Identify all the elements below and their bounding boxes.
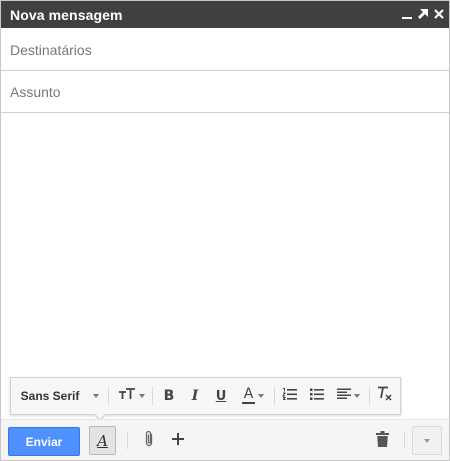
text-color-swatch (242, 402, 255, 404)
align-button[interactable] (331, 378, 365, 414)
remove-formatting-icon (377, 386, 393, 406)
text-color-letter: A (243, 386, 254, 402)
minimize-icon[interactable] (399, 5, 415, 23)
text-color-icon: A (242, 386, 255, 404)
compose-titlebar[interactable]: Nova mensagem (1, 1, 449, 28)
italic-button[interactable]: I (183, 378, 207, 414)
toolbar-divider (369, 387, 370, 405)
text-color-button[interactable]: A (235, 378, 271, 414)
bold-icon: B (163, 388, 175, 404)
chevron-down-icon (258, 394, 264, 398)
text-format-icon: A (97, 431, 108, 450)
compose-bottom-bar: Enviar A (1, 419, 449, 460)
align-icon (336, 387, 351, 405)
formatting-toolbar: Sans Serif B I U A (10, 377, 401, 415)
remove-formatting-button[interactable] (373, 378, 397, 414)
bottom-divider (404, 432, 405, 449)
chevron-down-icon (138, 394, 145, 398)
bottom-divider (127, 432, 128, 449)
more-options-icon (424, 438, 430, 443)
font-size-button[interactable] (113, 378, 149, 414)
discard-draft-button[interactable] (371, 428, 393, 454)
numbered-list-icon (282, 387, 298, 406)
message-body[interactable] (1, 113, 449, 375)
font-family-label: Sans Serif (20, 389, 80, 403)
bulleted-list-icon (309, 387, 325, 406)
attach-icon (143, 430, 155, 453)
font-family-select[interactable]: Sans Serif (15, 378, 105, 414)
formatting-options-button[interactable]: A (89, 426, 116, 455)
attach-button[interactable] (138, 428, 160, 454)
bold-button[interactable]: B (157, 378, 181, 414)
compose-title: Nova mensagem (10, 7, 123, 23)
insert-more-button[interactable] (167, 428, 189, 454)
numbered-list-button[interactable] (277, 378, 303, 414)
subject-field (1, 71, 449, 113)
trash-icon (375, 430, 389, 452)
bulleted-list-button[interactable] (304, 378, 330, 414)
underline-button[interactable]: U (209, 378, 233, 414)
subject-input[interactable] (10, 71, 440, 112)
italic-icon: I (191, 388, 199, 404)
close-icon[interactable] (431, 5, 447, 23)
font-size-icon (118, 387, 136, 405)
more-options-button[interactable] (412, 426, 442, 455)
underline-icon: U (215, 388, 227, 404)
toolbar-divider (274, 387, 275, 405)
expand-icon[interactable] (415, 5, 431, 23)
send-button[interactable]: Enviar (8, 427, 80, 456)
recipients-field (1, 29, 449, 71)
chevron-down-icon (353, 394, 360, 398)
toolbar-divider (152, 387, 153, 405)
compose-window: Nova mensagem Sans Serif (0, 0, 450, 461)
chevron-down-icon (93, 394, 100, 398)
toolbar-divider (108, 387, 109, 405)
plus-icon (172, 432, 184, 450)
recipients-input[interactable] (10, 29, 440, 70)
